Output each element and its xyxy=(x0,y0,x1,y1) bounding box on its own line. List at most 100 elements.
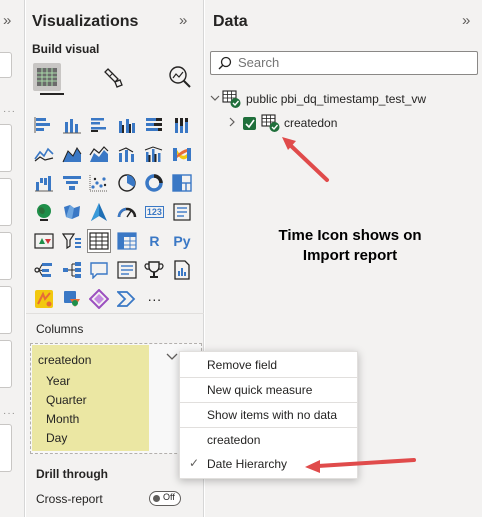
filter-card-stub[interactable] xyxy=(0,340,12,388)
format-brush-icon xyxy=(104,68,123,88)
table-name: public pbi_dq_timestamp_test_vw xyxy=(246,92,427,106)
table-with-check-icon xyxy=(222,90,241,108)
more-dots-icon: ··· xyxy=(3,408,16,419)
power-apps-icon[interactable] xyxy=(60,287,84,311)
filter-card-stub[interactable] xyxy=(0,232,12,280)
arcgis-map-icon[interactable] xyxy=(32,287,56,311)
gauge-icon[interactable] xyxy=(115,200,139,224)
pie-chart-icon[interactable] xyxy=(115,171,139,195)
table-grid-icon xyxy=(37,68,57,86)
field-name: createdon xyxy=(284,116,338,130)
search-icon xyxy=(218,56,232,70)
table-node[interactable]: public pbi_dq_timestamp_test_vw xyxy=(210,90,426,108)
format-visual-tab[interactable] xyxy=(100,63,128,91)
columns-well-label: Columns xyxy=(36,322,84,336)
chevron-right-icon[interactable] xyxy=(229,117,241,130)
filter-card-stub[interactable] xyxy=(0,286,12,334)
line-and-clustered-column-icon[interactable] xyxy=(142,142,166,166)
table-icon[interactable] xyxy=(87,229,112,253)
menu-item-show-items-no-data[interactable]: Show items with no data xyxy=(180,404,357,426)
menu-separator xyxy=(180,377,357,378)
checkmark-icon: ✓ xyxy=(189,456,200,470)
annotation-line-1: Time Icon shows on xyxy=(278,227,422,244)
section-divider xyxy=(26,313,204,314)
stacked-column-chart-icon[interactable] xyxy=(60,113,84,137)
menu-separator xyxy=(180,402,357,403)
build-visual-label: Build visual xyxy=(32,42,100,56)
field-node-createdon[interactable]: createdon xyxy=(229,114,337,132)
donut-chart-icon[interactable] xyxy=(142,171,166,195)
search-input[interactable] xyxy=(238,55,468,70)
collapse-visualizations-icon[interactable]: » xyxy=(179,12,187,29)
slicer-icon[interactable] xyxy=(60,229,84,253)
build-visual-tab[interactable] xyxy=(33,63,61,91)
treemap-icon[interactable] xyxy=(170,171,194,195)
expand-filters-icon[interactable]: » xyxy=(3,12,11,29)
menu-item-date-hierarchy[interactable]: ✓ Date Hierarchy xyxy=(180,453,357,475)
kpi-icon[interactable] xyxy=(32,229,56,253)
collapse-data-icon[interactable]: » xyxy=(462,12,470,29)
azure-map-icon[interactable] xyxy=(87,200,111,224)
toggle-state: Off xyxy=(163,492,175,502)
date-hierarchy-field[interactable]: createdon Year Quarter Month Day xyxy=(32,345,149,451)
time-field-icon xyxy=(261,114,280,132)
visual-gallery: 123 R Py ··· xyxy=(32,113,198,316)
key-influencers-icon[interactable] xyxy=(32,258,56,282)
ribbon-chart-icon[interactable] xyxy=(170,142,194,166)
area-chart-icon[interactable] xyxy=(60,142,84,166)
chevron-down-icon[interactable] xyxy=(166,349,178,364)
cross-report-toggle[interactable]: Off xyxy=(149,491,181,506)
annotation-text: Time Icon shows on Import report xyxy=(245,226,455,266)
map-globe-icon[interactable] xyxy=(32,200,56,224)
filter-card-stub[interactable] xyxy=(0,178,12,226)
hierarchy-level-quarter[interactable]: Quarter xyxy=(46,393,87,407)
line-and-stacked-column-icon[interactable] xyxy=(115,142,139,166)
data-search-box[interactable] xyxy=(210,51,478,75)
filter-card-stub[interactable] xyxy=(0,424,12,472)
python-visual-icon[interactable]: Py xyxy=(170,229,194,253)
annotation-line-2: Import report xyxy=(302,247,398,264)
trophy-icon[interactable] xyxy=(142,258,166,282)
power-automate-icon[interactable] xyxy=(87,287,111,311)
filled-map-icon[interactable] xyxy=(60,200,84,224)
smart-narrative-icon[interactable] xyxy=(115,258,139,282)
stacked-area-chart-icon[interactable] xyxy=(87,142,111,166)
waterfall-chart-icon[interactable] xyxy=(32,171,56,195)
qna-icon[interactable] xyxy=(87,258,111,282)
menu-item-remove-field[interactable]: Remove field xyxy=(180,354,357,376)
clustered-column-chart-icon[interactable] xyxy=(115,113,139,137)
power-automate-flow-icon[interactable] xyxy=(115,287,139,311)
menu-item-new-quick-measure[interactable]: New quick measure xyxy=(180,379,357,401)
100-stacked-bar-chart-icon[interactable] xyxy=(142,113,166,137)
decomposition-tree-icon[interactable] xyxy=(60,258,84,282)
analytics-magnifier-icon xyxy=(169,66,191,88)
drill-through-heading: Drill through xyxy=(36,467,108,481)
cross-report-label: Cross-report xyxy=(36,492,103,506)
funnel-chart-icon[interactable] xyxy=(60,171,84,195)
menu-item-createdon[interactable]: createdon xyxy=(180,429,357,451)
scatter-chart-icon[interactable] xyxy=(87,171,111,195)
clustered-bar-chart-icon[interactable] xyxy=(87,113,111,137)
r-visual-icon[interactable]: R xyxy=(142,229,166,253)
field-checkbox[interactable] xyxy=(243,116,256,130)
filter-card-stub[interactable] xyxy=(0,124,12,172)
columns-field-well[interactable]: createdon Year Quarter Month Day xyxy=(30,343,202,454)
more-visuals-icon[interactable]: ··· xyxy=(142,287,166,311)
filter-card-stub[interactable] xyxy=(0,52,12,78)
card-icon[interactable]: 123 xyxy=(142,200,166,224)
filters-pane-collapsed: » ··· ··· xyxy=(0,0,25,517)
matrix-icon[interactable] xyxy=(115,229,139,253)
hierarchy-level-day[interactable]: Day xyxy=(46,431,67,445)
chevron-down-icon[interactable] xyxy=(210,94,222,105)
field-name: createdon xyxy=(38,353,92,367)
hierarchy-level-year[interactable]: Year xyxy=(46,374,70,388)
100-stacked-column-chart-icon[interactable] xyxy=(170,113,194,137)
menu-separator xyxy=(180,427,357,428)
hierarchy-level-month[interactable]: Month xyxy=(46,412,79,426)
paginated-report-icon[interactable] xyxy=(170,258,194,282)
line-chart-icon[interactable] xyxy=(32,142,56,166)
multi-row-card-icon[interactable] xyxy=(170,200,194,224)
field-context-menu: Remove field New quick measure Show item… xyxy=(179,351,358,479)
stacked-bar-chart-icon[interactable] xyxy=(32,113,56,137)
analytics-tab[interactable] xyxy=(166,63,194,91)
